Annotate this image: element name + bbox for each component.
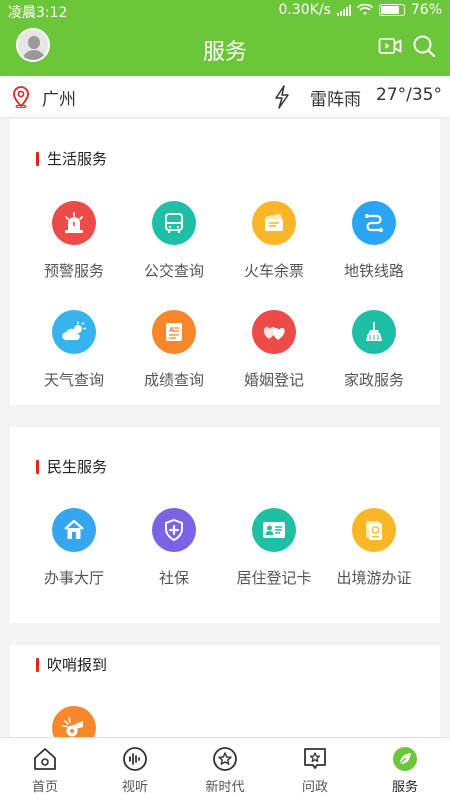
section-header: 生活服务: [36, 148, 107, 169]
section-title: 生活服务: [47, 150, 108, 168]
service-item-housekeeping[interactable]: 家政服务: [324, 310, 424, 390]
passport-icon: [352, 508, 396, 552]
star-icon: [213, 747, 237, 771]
wifi-icon: [356, 4, 373, 15]
marriage-icon: [252, 310, 296, 354]
service-item-subway[interactable]: 地铁线路: [324, 201, 424, 281]
service-label: 出境游办证: [336, 569, 412, 587]
grade-icon: A: [152, 310, 196, 354]
battery-level: 76%: [410, 2, 442, 18]
status-time: 凌晨3:12: [8, 5, 68, 21]
service-item-office-hall[interactable]: 办事大厅: [24, 508, 124, 588]
audio-icon: [123, 747, 147, 771]
services-content: 生活服务 预警服务 公交查询 火车余票 地铁线路 天气查询 A 成绩查询 婚姻登…: [0, 119, 450, 737]
shield-icon: [152, 508, 196, 552]
location-pin-icon: [13, 86, 29, 108]
service-label: 地铁线路: [343, 262, 404, 280]
search-icon[interactable]: [412, 34, 436, 58]
service-label: 成绩查询: [143, 371, 204, 389]
battery-icon: [378, 4, 405, 16]
tab-inquiry[interactable]: 问政: [270, 738, 360, 800]
service-label: 火车余票: [243, 262, 304, 280]
status-right: 0.30K/s 76%: [279, 2, 443, 18]
section-accent-bar: [36, 459, 39, 474]
header: 服务: [0, 22, 450, 76]
subway-route-icon: [352, 201, 396, 245]
service-label: 家政服务: [343, 371, 404, 389]
home-icon: [34, 748, 56, 770]
service-label: 办事大厅: [43, 569, 104, 587]
tab-label: 服务: [391, 780, 418, 795]
thunder-icon: [275, 85, 289, 109]
service-item-residence-card[interactable]: 居住登记卡: [224, 508, 324, 588]
ticket-icon: [252, 201, 296, 245]
service-label: 天气查询: [43, 371, 104, 389]
service-label: 社保: [158, 569, 189, 587]
tab-home[interactable]: 首页: [0, 738, 90, 800]
section-header: 民生服务: [36, 456, 107, 477]
tab-services[interactable]: 服务: [360, 738, 450, 800]
service-item-train-ticket[interactable]: 火车余票: [224, 201, 324, 281]
section-title: 民生服务: [47, 458, 108, 476]
bus-icon: [152, 201, 196, 245]
service-item-whistle[interactable]: [24, 706, 124, 737]
top-bar: 凌晨3:12 0.30K/s 76% 服务: [0, 0, 450, 76]
weather-icon: [52, 310, 96, 354]
tab-audio-video[interactable]: 视听: [90, 738, 180, 800]
housekeeping-icon: [352, 310, 396, 354]
id-card-icon: [252, 508, 296, 552]
service-item-outbound-travel[interactable]: 出境游办证: [324, 508, 424, 588]
bottom-tab-bar: 首页 视听 新时代 问政 服务: [0, 737, 450, 800]
tab-label: 视听: [121, 780, 148, 795]
service-item-grade[interactable]: A 成绩查询: [124, 310, 224, 390]
alarm-icon: [52, 201, 96, 245]
leaf-icon: [393, 747, 417, 771]
whistle-icon: [52, 706, 96, 737]
tab-new-era[interactable]: 新时代: [180, 738, 270, 800]
status-bar: 凌晨3:12 0.30K/s 76%: [0, 0, 450, 22]
service-item-bus[interactable]: 公交查询: [124, 201, 224, 281]
section-title: 吹哨报到: [47, 656, 108, 674]
service-label: 公交查询: [143, 262, 204, 280]
service-item-marriage[interactable]: 婚姻登记: [224, 310, 324, 390]
section-header: 吹哨报到: [36, 654, 107, 675]
service-label: 预警服务: [43, 262, 104, 280]
tab-label: 新时代: [205, 780, 245, 795]
tab-label: 问政: [301, 780, 328, 795]
service-item-weather[interactable]: 天气查询: [24, 310, 124, 390]
weather-condition: 雷阵雨: [310, 90, 361, 110]
header-actions: [378, 34, 436, 58]
location-city[interactable]: 广州: [42, 85, 76, 110]
service-label: 居住登记卡: [236, 569, 312, 587]
service-label: 婚姻登记: [243, 371, 304, 389]
signal-icon: [336, 4, 351, 16]
service-item-social-security[interactable]: 社保: [124, 508, 224, 588]
house-icon: [52, 508, 96, 552]
question-icon: [304, 748, 326, 769]
network-speed: 0.30K/s: [278, 2, 331, 18]
location-bar: 广州 雷阵雨 27°/35°: [0, 76, 450, 118]
svg-text:A: A: [169, 326, 175, 334]
section-accent-bar: [36, 657, 39, 672]
video-icon[interactable]: [378, 34, 402, 58]
tab-label: 首页: [31, 780, 58, 795]
section-accent-bar: [36, 151, 39, 166]
weather-temperature: 27°/35°: [376, 85, 442, 105]
service-item-alert[interactable]: 预警服务: [24, 201, 124, 281]
